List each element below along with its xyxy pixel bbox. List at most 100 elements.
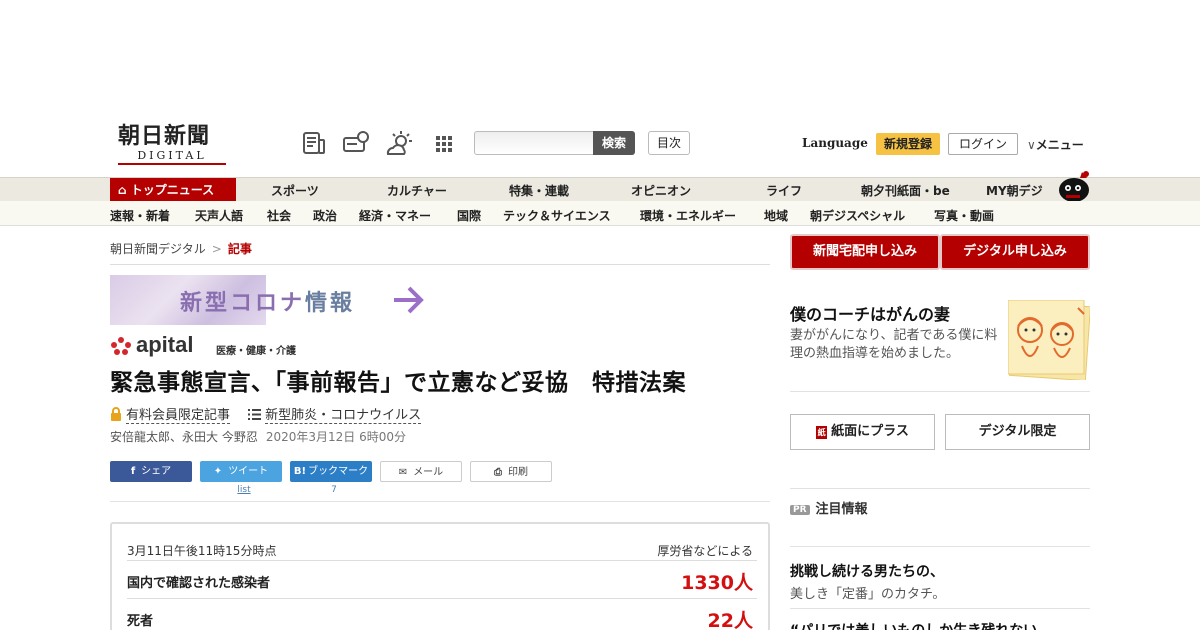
apital-logo-icon bbox=[111, 337, 131, 355]
toc-button[interactable]: 目次 bbox=[648, 131, 690, 155]
nav-top-news-label: トップニュース bbox=[130, 183, 215, 197]
promo-title[interactable]: 僕のコーチはがんの妻 bbox=[790, 301, 950, 325]
nav-item-my-asadigi[interactable]: MY朝デジ bbox=[986, 182, 1043, 199]
nav-item-opinion[interactable]: オピニオン bbox=[631, 182, 691, 199]
pr-item-title[interactable]: “パリでは美しいものしか生き残れない bbox=[790, 620, 1037, 630]
topic-link[interactable]: 新型肺炎・コロナウイルス bbox=[265, 408, 422, 424]
nav-item-sports[interactable]: スポーツ bbox=[271, 182, 319, 199]
home-delivery-signup-button[interactable]: 新聞宅配申し込み bbox=[790, 234, 940, 270]
chevron-down-icon: ∨ bbox=[1027, 138, 1036, 152]
site-logo[interactable]: 朝日新聞 DIGITAL bbox=[118, 124, 230, 168]
weather-icon[interactable] bbox=[385, 130, 413, 158]
nav2-item-region[interactable]: 地域 bbox=[764, 207, 788, 224]
nav2-item-economy[interactable]: 経済・マネー bbox=[359, 207, 431, 224]
banner-text: 新型コロナ情報 bbox=[180, 285, 355, 317]
nav2-item-special[interactable]: 朝デジスペシャル bbox=[810, 207, 905, 224]
lock-icon bbox=[111, 407, 121, 421]
nav2-item-tech[interactable]: テック＆サイエンス bbox=[503, 207, 611, 224]
home-icon: ⌂ bbox=[118, 183, 127, 197]
apital-name: apital bbox=[136, 332, 194, 357]
twitter-count[interactable]: list bbox=[203, 485, 285, 495]
mascot-icon bbox=[1059, 171, 1089, 202]
nav2-item-politics[interactable]: 政治 bbox=[313, 207, 337, 224]
register-button[interactable]: 新規登録 bbox=[876, 133, 940, 155]
nav-item-features[interactable]: 特集・連載 bbox=[509, 182, 569, 199]
mail-share-label: メール bbox=[413, 467, 444, 478]
pr-heading-label: 注目情報 bbox=[815, 502, 868, 517]
arrow-right-icon bbox=[394, 286, 424, 314]
divider bbox=[790, 546, 1090, 547]
article-meta: 有料会員限定記事 新型肺炎・コロナウイルス bbox=[110, 404, 422, 424]
hatena-count: 7 bbox=[331, 485, 337, 495]
stats-divider bbox=[127, 560, 757, 561]
logo-sub-text: DIGITAL bbox=[118, 149, 226, 165]
nav2-item-environment[interactable]: 環境・エネルギー bbox=[640, 207, 736, 224]
menu-button[interactable]: ∨メニュー bbox=[1027, 136, 1084, 153]
nav2-item-photo-video[interactable]: 写真・動画 bbox=[934, 207, 994, 224]
primary-nav: ⌂ トップニュース スポーツ カルチャー 特集・連載 オピニオン ライフ 朝夕刊… bbox=[0, 171, 1200, 202]
breadcrumb: 朝日新聞デジタル > 記事 bbox=[110, 240, 252, 257]
banner-text-a: 新型コロナ bbox=[180, 291, 306, 316]
nav-item-life[interactable]: ライフ bbox=[766, 182, 802, 199]
article-headline: 緊急事態宣言、「事前報告」で立憲など妥協 特措法案 bbox=[110, 370, 686, 396]
breadcrumb-home[interactable]: 朝日新聞デジタル bbox=[110, 242, 206, 256]
login-button[interactable]: ログイン bbox=[948, 133, 1018, 155]
print-button[interactable]: ⎙ 印刷 bbox=[470, 461, 552, 482]
hatena-icon: B! bbox=[293, 466, 307, 477]
twitter-share-label: ツイート bbox=[228, 466, 269, 477]
mail-icon: ✉ bbox=[398, 467, 408, 478]
nav2-item-international[interactable]: 国際 bbox=[457, 207, 481, 224]
divider bbox=[110, 264, 770, 265]
nav2-item-society[interactable]: 社会 bbox=[267, 207, 291, 224]
publish-date: 2020年3月12日 6時00分 bbox=[265, 430, 406, 444]
pr-badge: PR bbox=[790, 505, 810, 515]
facebook-share-button[interactable]: f シェア bbox=[110, 461, 192, 482]
banner-text-b: 情報 bbox=[305, 291, 356, 316]
search-input[interactable] bbox=[474, 131, 594, 155]
digital-signup-button[interactable]: デジタル申し込み bbox=[940, 234, 1090, 270]
ticket-icon[interactable] bbox=[342, 130, 370, 158]
digital-only-button[interactable]: デジタル限定 bbox=[945, 414, 1090, 450]
stats-value-deaths: 22人 bbox=[707, 610, 753, 630]
facebook-icon: f bbox=[130, 466, 136, 477]
pr-item-description: 美しき「定番」のカタチ。 bbox=[790, 587, 946, 602]
list-icon bbox=[248, 409, 262, 420]
hatena-share-label: ブックマーク bbox=[308, 466, 369, 477]
nav2-item-breaking[interactable]: 速報・新着 bbox=[110, 207, 170, 224]
premium-label[interactable]: 有料会員限定記事 bbox=[126, 408, 231, 424]
authors: 安倍龍太郎、永田大 今野忍 bbox=[110, 430, 258, 444]
paper-plus-button[interactable]: 紙紙面にプラス bbox=[790, 414, 935, 450]
breadcrumb-current: 記事 bbox=[227, 242, 252, 256]
divider bbox=[790, 488, 1090, 489]
newspaper-icon[interactable] bbox=[300, 130, 328, 158]
twitter-icon: ✦ bbox=[213, 466, 223, 477]
nav2-item-tenseijingo[interactable]: 天声人語 bbox=[195, 207, 243, 224]
search-button[interactable]: 検索 bbox=[593, 131, 635, 155]
stats-source: 厚労省などによる bbox=[657, 544, 753, 558]
site-header: 朝日新聞 DIGITAL 検索 目次 Language 新規登録 ログイン ∨メ… bbox=[0, 118, 1200, 178]
infection-stats-box: 3月11日午後11時15分時点 厚労省などによる 国内で確認された感染者 133… bbox=[110, 522, 770, 630]
facebook-share-label: シェア bbox=[141, 466, 172, 477]
nav-item-paper[interactable]: 朝夕刊紙面・be bbox=[861, 182, 950, 199]
language-link[interactable]: Language bbox=[802, 136, 868, 150]
stats-label-infected: 国内で確認された感染者 bbox=[127, 576, 271, 591]
twitter-share-button[interactable]: ✦ ツイート bbox=[200, 461, 282, 482]
corona-info-banner[interactable]: 新型コロナ情報 bbox=[110, 275, 430, 325]
pr-heading: PR 注目情報 bbox=[790, 498, 868, 517]
stats-value-infected: 1330人 bbox=[681, 572, 753, 594]
mail-share-button[interactable]: ✉ メール bbox=[380, 461, 462, 482]
promo-illustration[interactable] bbox=[1008, 300, 1090, 380]
menu-label: メニュー bbox=[1035, 138, 1084, 152]
newspaper-plus-icon: 紙 bbox=[816, 426, 828, 439]
hatena-bookmark-button[interactable]: B! ブックマーク bbox=[290, 461, 372, 482]
printer-icon: ⎙ bbox=[494, 467, 502, 478]
print-label: 印刷 bbox=[508, 467, 528, 478]
grid-menu-icon[interactable] bbox=[430, 130, 458, 158]
nav-top-news[interactable]: ⌂ トップニュース bbox=[110, 178, 236, 202]
nav-item-culture[interactable]: カルチャー bbox=[387, 182, 447, 199]
apital-tagline: 医療・健康・介護 bbox=[216, 346, 296, 357]
logo-main-text: 朝日新聞 bbox=[118, 123, 211, 149]
stats-label-deaths: 死者 bbox=[127, 614, 154, 629]
stats-divider bbox=[127, 598, 757, 599]
pr-item-title[interactable]: 挑戦し続ける男たちの、 bbox=[790, 561, 944, 581]
